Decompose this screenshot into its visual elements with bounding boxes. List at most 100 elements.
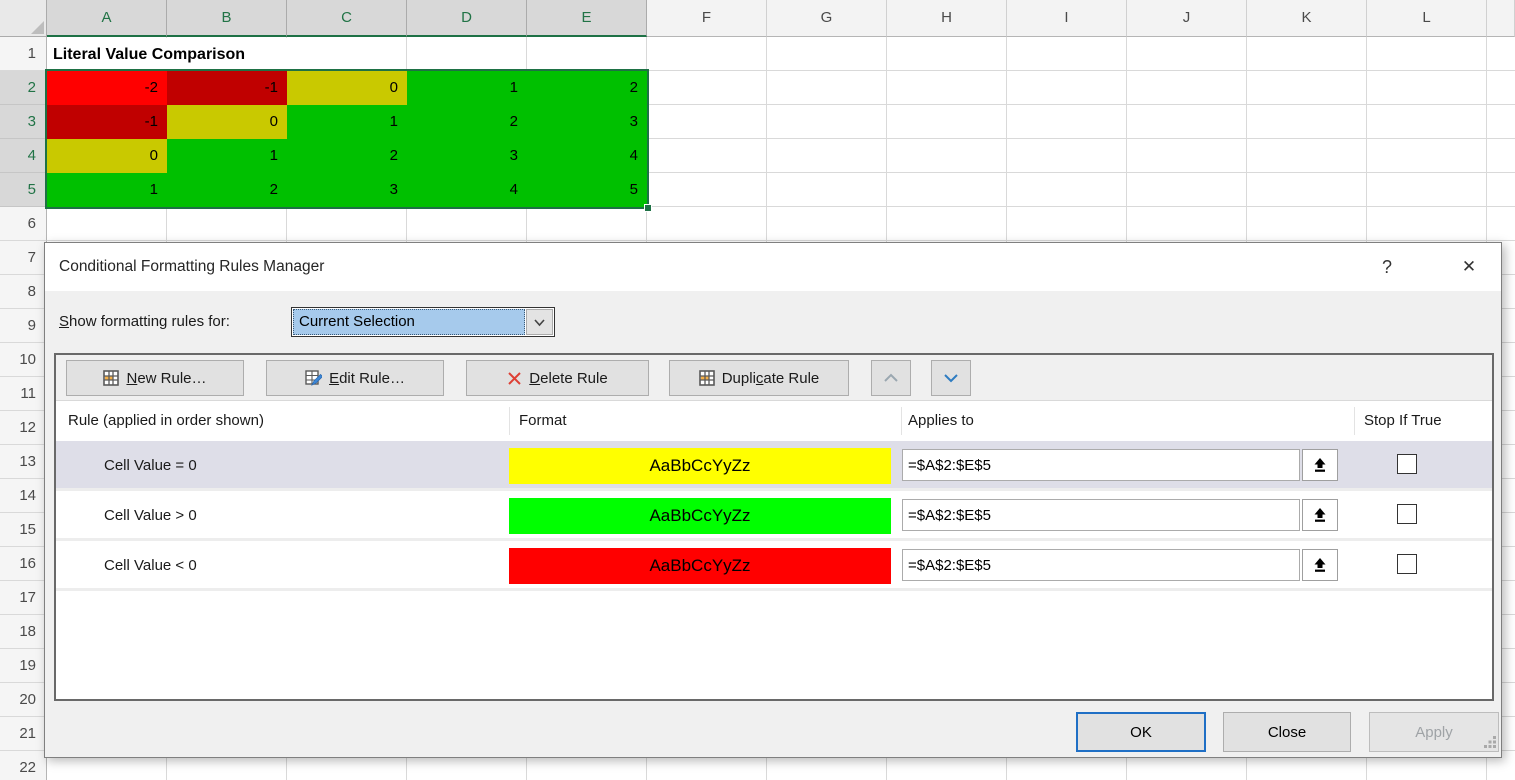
column-headers: ABCDEFGHIJKL	[47, 0, 1515, 37]
row-header-3[interactable]: 3	[0, 105, 47, 139]
red-x-icon	[507, 371, 522, 386]
move-rule-down-button[interactable]	[931, 360, 971, 396]
help-button[interactable]: ?	[1367, 247, 1407, 287]
column-header-L[interactable]: L	[1367, 0, 1487, 37]
dialog-titlebar: Conditional Formatting Rules Manager ? ✕	[45, 243, 1501, 291]
edit-rule-label: Edit Rule…	[329, 370, 405, 387]
row-header-5[interactable]: 5	[0, 173, 47, 207]
row-header-19[interactable]: 19	[0, 649, 47, 683]
selection-border	[45, 69, 649, 209]
column-header-I[interactable]: I	[1007, 0, 1127, 37]
new-rule-label: New Rule…	[126, 370, 206, 387]
collapse-dialog-icon	[1312, 557, 1328, 573]
apply-button[interactable]: Apply	[1369, 712, 1499, 752]
rules-toolbar: New Rule… Edit Rule… Delete Rule Duplica…	[56, 355, 1492, 401]
table-grid-icon	[699, 370, 715, 386]
dialog-title: Conditional Formatting Rules Manager	[59, 243, 324, 291]
row-header-2[interactable]: 2	[0, 71, 47, 105]
row-header-4[interactable]: 4	[0, 139, 47, 173]
dialog-footer: OK Close Apply	[45, 701, 1501, 757]
column-header-K[interactable]: K	[1247, 0, 1367, 37]
stop-if-true-checkbox[interactable]	[1397, 504, 1417, 524]
column-header-B[interactable]: B	[167, 0, 287, 37]
row-header-21[interactable]: 21	[0, 717, 47, 751]
row-header-12[interactable]: 12	[0, 411, 47, 445]
collapse-dialog-icon	[1312, 457, 1328, 473]
row-header-6[interactable]: 6	[0, 207, 47, 241]
rules-table-header: Rule (applied in order shown) Format App…	[56, 401, 1492, 441]
range-selector-button[interactable]	[1302, 449, 1338, 481]
row-header-9[interactable]: 9	[0, 309, 47, 343]
applies-to-input[interactable]	[902, 499, 1300, 531]
show-formatting-rules-label: Show formatting rules for:	[59, 291, 230, 353]
row-header-18[interactable]: 18	[0, 615, 47, 649]
header-separator	[901, 407, 902, 435]
duplicate-rule-button[interactable]: Duplicate Rule	[669, 360, 849, 396]
column-header-G[interactable]: G	[767, 0, 887, 37]
applies-to-field-group	[902, 449, 1338, 481]
cell-A1[interactable]: Literal Value Comparison	[48, 38, 403, 71]
ok-button[interactable]: OK	[1076, 712, 1206, 752]
row-header-16[interactable]: 16	[0, 547, 47, 581]
row-header-15[interactable]: 15	[0, 513, 47, 547]
row-header-1[interactable]: 1	[0, 37, 47, 71]
applies-to-column-header: Applies to	[908, 401, 974, 441]
excel-window: ABCDEFGHIJKL 123456789101112131415161718…	[0, 0, 1515, 780]
table-grid-icon	[103, 370, 119, 386]
close-icon[interactable]: ✕	[1449, 247, 1489, 287]
edit-rule-button[interactable]: Edit Rule…	[266, 360, 444, 396]
rule-row-cell-value-eq-0[interactable]: Cell Value = 0 AaBbCcYyZz	[56, 441, 1492, 491]
row-headers: 12345678910111213141516171819202122	[0, 37, 47, 780]
row-header-20[interactable]: 20	[0, 683, 47, 717]
column-header-A[interactable]: A	[47, 0, 167, 37]
stop-if-true-checkbox[interactable]	[1397, 454, 1417, 474]
column-header-D[interactable]: D	[407, 0, 527, 37]
edit-pencil-icon	[305, 370, 322, 386]
format-preview-swatch: AaBbCcYyZz	[509, 498, 891, 534]
chevron-up-icon	[883, 373, 899, 383]
row-header-14[interactable]: 14	[0, 479, 47, 513]
rule-row-cell-value-gt-0[interactable]: Cell Value > 0 AaBbCcYyZz	[56, 491, 1492, 541]
column-header-J[interactable]: J	[1127, 0, 1247, 37]
column-header-E[interactable]: E	[527, 0, 647, 37]
row-header-13[interactable]: 13	[0, 445, 47, 479]
combobox-dropdown-button[interactable]	[526, 309, 553, 335]
range-selector-button[interactable]	[1302, 499, 1338, 531]
stop-if-true-checkbox[interactable]	[1397, 554, 1417, 574]
duplicate-rule-label: Duplicate Rule	[722, 370, 820, 387]
column-header-C[interactable]: C	[287, 0, 407, 37]
fill-handle[interactable]	[644, 204, 652, 212]
row-header-7[interactable]: 7	[0, 241, 47, 275]
move-rule-up-button[interactable]	[871, 360, 911, 396]
rule-row-cell-value-lt-0[interactable]: Cell Value < 0 AaBbCcYyZz	[56, 541, 1492, 591]
row-header-11[interactable]: 11	[0, 377, 47, 411]
applies-to-field-group	[902, 549, 1338, 581]
column-header-filler	[1487, 0, 1515, 37]
resize-grip[interactable]	[1484, 736, 1497, 754]
column-header-F[interactable]: F	[647, 0, 767, 37]
row-header-8[interactable]: 8	[0, 275, 47, 309]
applies-to-field-group	[902, 499, 1338, 531]
show-rules-combobox[interactable]: Current Selection	[291, 307, 555, 337]
select-all-corner[interactable]	[0, 0, 47, 37]
applies-to-input[interactable]	[902, 549, 1300, 581]
applies-to-input[interactable]	[902, 449, 1300, 481]
row-header-10[interactable]: 10	[0, 343, 47, 377]
rules-list-box: New Rule… Edit Rule… Delete Rule Duplica…	[54, 353, 1494, 701]
row-header-17[interactable]: 17	[0, 581, 47, 615]
format-column-header: Format	[519, 401, 567, 441]
new-rule-button[interactable]: New Rule…	[66, 360, 244, 396]
collapse-dialog-icon	[1312, 507, 1328, 523]
chevron-down-icon	[943, 373, 959, 383]
column-header-H[interactable]: H	[887, 0, 1007, 37]
dialog-controls-row: Show formatting rules for: Current Selec…	[45, 291, 1501, 353]
rule-column-header: Rule (applied in order shown)	[68, 401, 264, 441]
range-selector-button[interactable]	[1302, 549, 1338, 581]
header-separator	[509, 407, 510, 435]
delete-rule-button[interactable]: Delete Rule	[466, 360, 649, 396]
select-all-triangle-icon	[31, 21, 44, 34]
combobox-selected-value: Current Selection	[293, 309, 525, 335]
close-button[interactable]: Close	[1223, 712, 1351, 752]
row-header-22[interactable]: 22	[0, 751, 47, 780]
rule-description: Cell Value < 0	[104, 541, 197, 591]
